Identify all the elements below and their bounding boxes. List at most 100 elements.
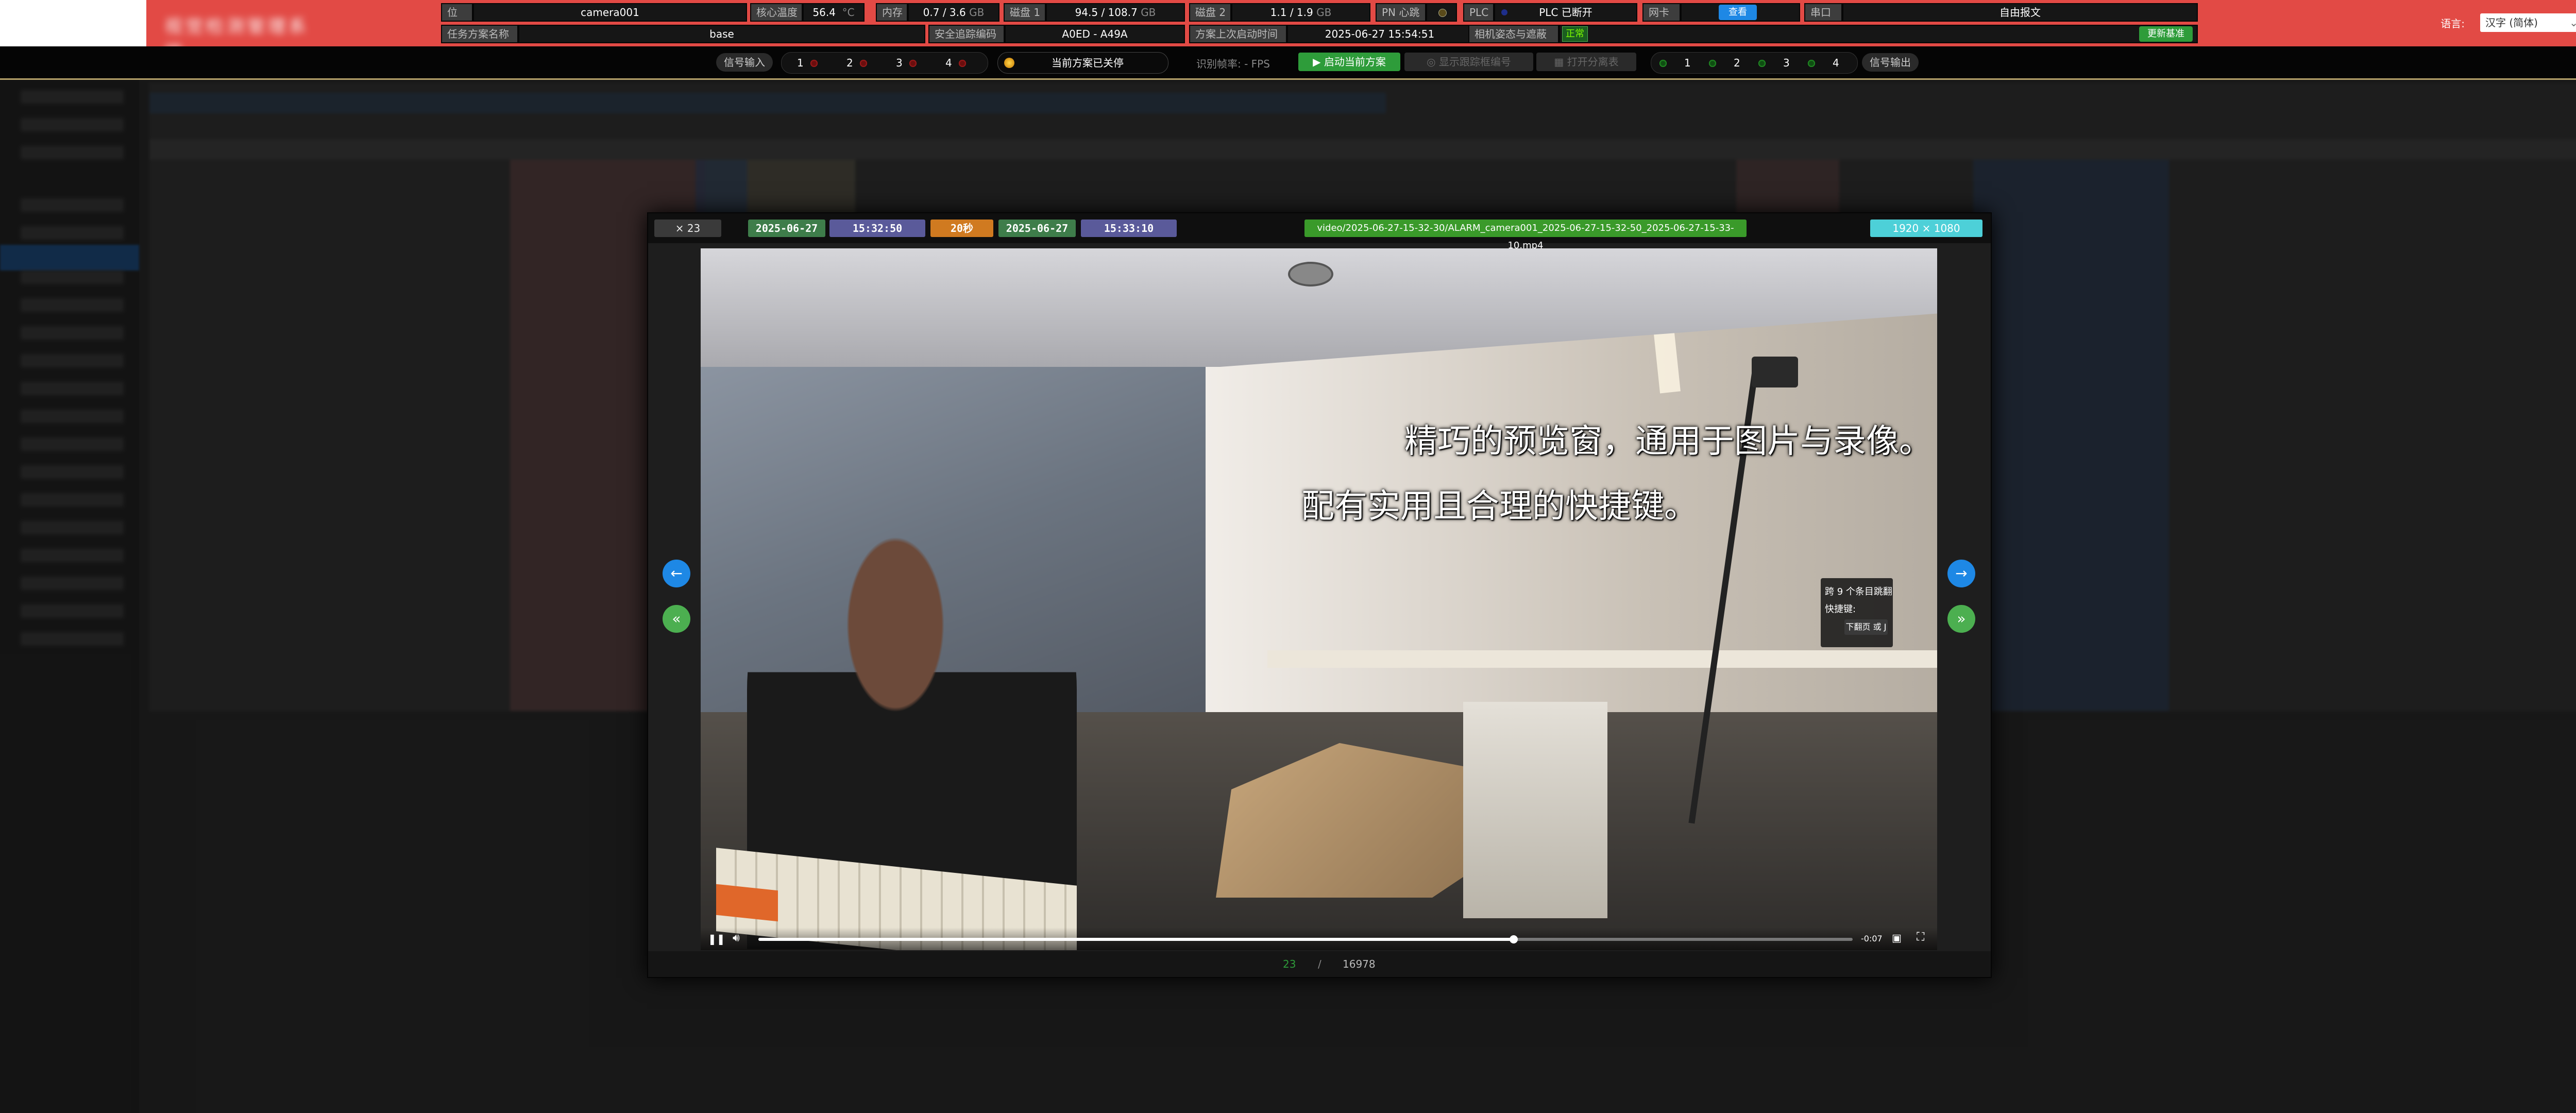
top-status-bar: 视觉检测管理系统 位 camera001 核心温度 56.4 °C 内存 0.7… — [0, 0, 2576, 62]
video-frame-drawer — [1463, 702, 1607, 918]
page-total: 16978 — [1343, 958, 1376, 970]
security-code-label: 安全追踪编码 — [928, 25, 1005, 43]
media-preview-modal: × 23 2025-06-27 15:32:50 20秒 2025-06-27 … — [647, 212, 1992, 978]
plan-name-label: 任务方案名称 — [441, 25, 518, 43]
language-select[interactable]: 汉字 (简体) ⌄ — [2480, 13, 2576, 32]
disk2-label: 磁盘 2 — [1189, 3, 1231, 22]
video-path-chip: video/2025-06-27-15-32-30/ALARM_camera00… — [1304, 220, 1747, 251]
arrow-left-icon: ← — [670, 565, 683, 582]
input-1-indicator-icon — [810, 60, 818, 67]
end-date-chip: 2025-06-27 — [998, 220, 1076, 237]
plc-label: PLC — [1463, 3, 1494, 22]
core-temp-value: 56.4 °C — [803, 3, 865, 22]
fps-readout: 识别帧率: - FPS — [1196, 58, 1270, 70]
nic-label: 网卡 — [1642, 3, 1681, 22]
show-track-label: 显示跟踪框编号 — [1438, 56, 1511, 68]
signal-input-button[interactable]: 信号输入 — [716, 53, 773, 72]
language-value: 汉字 (简体) — [2485, 16, 2538, 29]
video-controls: ❚❚ 🔊︎ -0:07 ▣ ⛶ — [701, 927, 1937, 950]
show-track-id-button[interactable]: ◎ 显示跟踪框编号 — [1404, 53, 1533, 71]
subtitle-line-2: 配有实用且合理的快捷键。 — [1301, 487, 1697, 526]
heartbeat-indicator-icon — [1438, 9, 1447, 17]
arrow-right-icon: → — [1955, 565, 1968, 582]
open-table-button[interactable]: ▦ 打开分离表 — [1536, 53, 1636, 71]
pause-icon[interactable]: ❚❚ — [708, 933, 725, 945]
jump-forward-button[interactable]: » — [1947, 605, 1975, 633]
core-temp-unit: °C — [842, 6, 855, 19]
serial-label: 串口 — [1804, 3, 1842, 22]
language-label: 语言: — [2441, 18, 2465, 30]
subtitle-line-1: 精巧的预览窗，通用于图片与录像。 — [1404, 423, 1932, 461]
video-frame-desk — [1267, 650, 1937, 668]
picture-in-picture-icon[interactable]: ▣ — [1892, 932, 1902, 944]
video-frame-ceiling-sensor — [1288, 262, 1333, 286]
disk2-number: 1.1 / 1.9 — [1270, 6, 1313, 19]
seek-bar-handle[interactable] — [1509, 935, 1518, 943]
input-2-label: 2 — [846, 57, 853, 69]
video-frame-keyboard-keys — [716, 884, 778, 922]
camera-value: camera001 — [473, 3, 747, 22]
duration-chip: 20秒 — [930, 220, 993, 237]
start-plan-button[interactable]: ▶ 启动当前方案 — [1298, 53, 1400, 71]
video-player[interactable]: 精巧的预览窗，通用于图片与录像。 配有实用且合理的快捷键。 跨 9 个条目跳翻 … — [701, 248, 1937, 950]
prev-item-button[interactable]: ← — [663, 560, 690, 587]
camera-label: 位 — [441, 3, 473, 22]
open-table-label: 打开分离表 — [1567, 56, 1619, 68]
fullscreen-icon[interactable]: ⛶ — [1917, 931, 1924, 943]
memory-value: 0.7 / 3.6 GB — [908, 3, 999, 22]
input-4-label: 4 — [945, 57, 952, 69]
posture-status-badge: 正常 — [1562, 26, 1588, 42]
app-title: 视觉检测管理系统 — [165, 16, 309, 62]
plc-status-text: PLC 已断开 — [1539, 6, 1592, 19]
next-item-button[interactable]: → — [1947, 560, 1975, 587]
video-frame-camera — [1752, 357, 1798, 387]
plan-status-dot-icon — [1004, 58, 1014, 68]
close-button[interactable]: × 23 — [654, 220, 721, 237]
jump-back-button[interactable]: « — [663, 605, 690, 633]
pn-heartbeat-label: PN 心跳 — [1376, 3, 1426, 22]
output-2-indicator-icon — [1709, 60, 1716, 67]
core-temp-number: 56.4 — [812, 6, 836, 19]
security-code-value: A0ED - A49A — [1005, 25, 1185, 43]
output-3-label: 3 — [1783, 57, 1790, 69]
control-toolbar — [0, 46, 2576, 80]
seek-bar-progress — [758, 938, 1514, 941]
shortcut-keys: 下翻页 或 J — [1844, 619, 1888, 635]
eye-icon: ◎ — [1427, 56, 1439, 68]
double-chevron-left-icon: « — [672, 610, 681, 627]
input-3-label: 3 — [896, 57, 903, 69]
modal-header: × 23 2025-06-27 15:32:50 20秒 2025-06-27 … — [648, 213, 1991, 251]
disk1-number: 94.5 / 108.7 — [1075, 6, 1138, 19]
update-baseline-button[interactable]: 更新基准 — [2139, 26, 2193, 42]
input-2-indicator-icon — [860, 60, 867, 67]
plan-name-value: base — [518, 25, 925, 43]
memory-label: 内存 — [876, 3, 908, 22]
logo — [0, 0, 146, 46]
pn-heartbeat-value — [1426, 3, 1457, 22]
plan-status-indicator: 当前方案已关停 — [997, 52, 1168, 74]
output-2-label: 2 — [1734, 57, 1740, 69]
serial-value: 自由报文 — [1842, 3, 2198, 22]
memory-unit: GB — [969, 6, 985, 19]
signal-output-button[interactable]: 信号输出 — [1862, 53, 1919, 72]
disk2-value: 1.1 / 1.9 GB — [1231, 3, 1370, 22]
play-icon: ▶ — [1313, 56, 1324, 68]
disk2-unit: GB — [1316, 6, 1332, 19]
time-remaining: -0:07 — [1861, 934, 1883, 943]
output-1-indicator-icon — [1659, 60, 1667, 67]
table-icon: ▦ — [1554, 56, 1567, 68]
shortcut-tooltip-label: 快捷键: — [1825, 604, 1856, 615]
output-4-label: 4 — [1833, 57, 1839, 69]
nic-view-button[interactable]: 查看 — [1719, 5, 1757, 20]
shortcut-tooltip: 跨 9 个条目跳翻 快捷键: 下翻页 或 J — [1821, 578, 1893, 647]
camera-posture-label: 相机姿态与遮蔽 — [1468, 25, 1559, 43]
disk1-unit: GB — [1141, 6, 1156, 19]
camera-posture-value: 正常 更新基准 — [1559, 25, 2198, 43]
seek-bar[interactable] — [758, 935, 1853, 943]
start-date-chip: 2025-06-27 — [748, 220, 825, 237]
volume-icon[interactable]: 🔊︎ — [733, 932, 740, 945]
start-plan-label: 启动当前方案 — [1324, 56, 1386, 68]
last-start-value: 2025-06-27 15:54:51 — [1287, 25, 1472, 43]
disk1-value: 94.5 / 108.7 GB — [1046, 3, 1185, 22]
page-current: 23 — [1283, 958, 1296, 970]
